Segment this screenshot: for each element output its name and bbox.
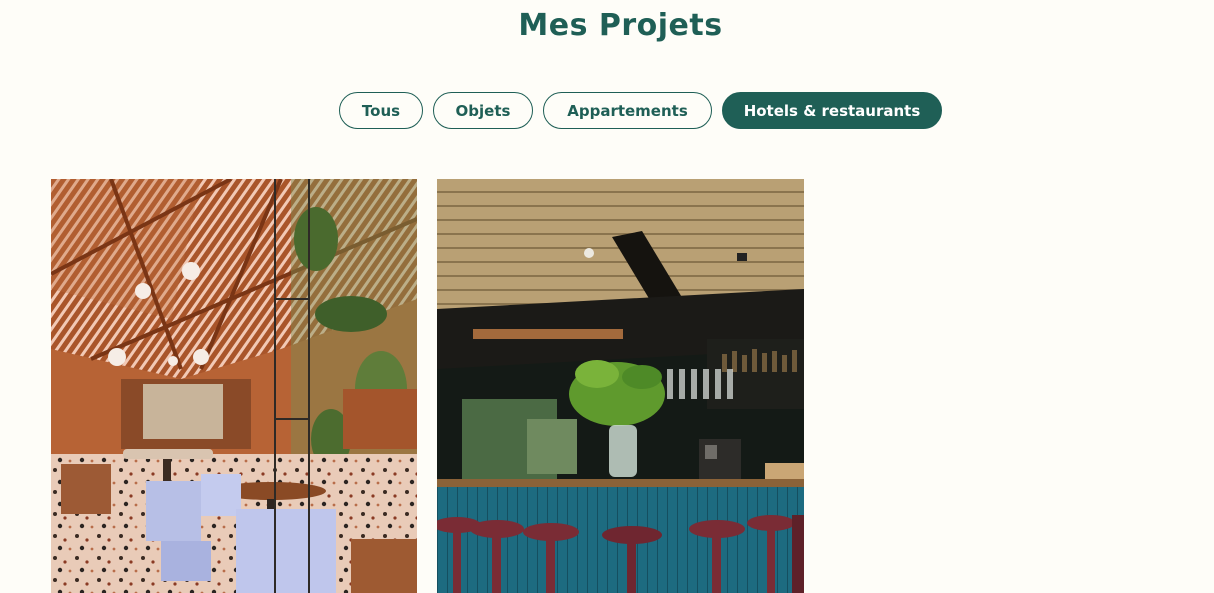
filter-objets-button[interactable]: Objets — [433, 92, 533, 129]
filter-tous-button[interactable]: Tous — [339, 92, 423, 129]
page-title: Mes Projets — [518, 8, 723, 43]
project-card-bar[interactable] — [437, 179, 804, 593]
filter-hotels-restaurants-button[interactable]: Hotels & restaurants — [722, 92, 942, 129]
filter-appartements-button[interactable]: Appartements — [543, 92, 712, 129]
restaurant-greenhouse-photo — [51, 179, 417, 593]
bar-counter-photo — [437, 179, 804, 593]
project-filters: Tous Objets Appartements Hotels & restau… — [339, 92, 942, 129]
project-card-greenhouse[interactable] — [51, 179, 417, 593]
